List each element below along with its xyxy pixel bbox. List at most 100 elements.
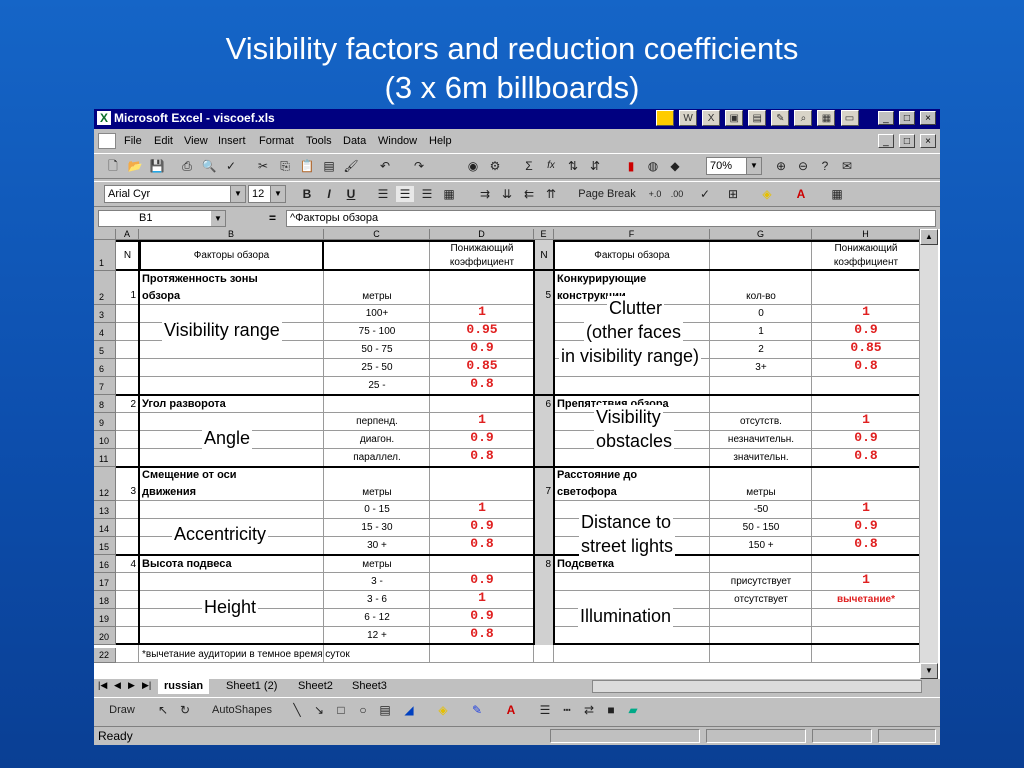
restore-button[interactable]: □ (898, 111, 915, 125)
row-header[interactable]: 3 (94, 305, 116, 323)
office-color-icon[interactable] (656, 110, 674, 126)
row-header[interactable]: 8 (94, 395, 116, 413)
office-assistant-icon[interactable]: ? (816, 158, 834, 174)
window-titlebar[interactable]: X Microsoft Excel - viscoef.xls W X ▣ ▤ … (94, 109, 940, 129)
sort-ascending-icon[interactable]: ⇅ (564, 158, 582, 174)
row-header[interactable]: 18 (94, 591, 116, 609)
column-header-d[interactable]: D (430, 229, 534, 240)
row-header[interactable]: 20 (94, 627, 116, 645)
free-rotate-icon[interactable]: ↻ (176, 702, 194, 718)
excel-icon[interactable]: X (702, 110, 721, 126)
align-center-icon[interactable]: ☰ (396, 186, 414, 202)
zoom-out-icon[interactable]: ⊖ (794, 158, 812, 174)
name-box[interactable]: B1 ▼ (98, 210, 226, 227)
font-size-select[interactable]: 12 ▼ (248, 185, 286, 203)
powerpoint-icon[interactable]: ▣ (725, 110, 744, 126)
format-painter-icon[interactable]: 🖌 (342, 158, 360, 174)
line-style-icon[interactable]: ☰ (536, 702, 554, 718)
draw-fill-color-icon[interactable]: ◈ (434, 702, 452, 718)
scroll-up-icon[interactable]: ▲ (920, 229, 938, 245)
shadow-icon[interactable]: ■ (602, 702, 620, 718)
fill-color-icon[interactable]: ◈ (758, 186, 776, 202)
spreadsheet-grid[interactable]: ▲ ▼ A B C D E F G H 1 2 3 4 5 6 7 8 9 10 11 12 13 14 15 16 17 18 1… (94, 229, 940, 679)
grid-toggle-icon[interactable]: ▦ (828, 186, 846, 202)
map-icon[interactable]: ◍ (644, 158, 662, 174)
row-header[interactable]: 5 (94, 341, 116, 359)
cut-icon[interactable]: ✂ (254, 158, 272, 174)
menu-window[interactable]: Window (378, 135, 417, 147)
sort-descending-icon[interactable]: ⇵ (586, 158, 604, 174)
briefcase-icon[interactable]: ▦ (817, 110, 836, 126)
textbox-icon[interactable]: ▤ (376, 702, 394, 718)
doc-minimize-button[interactable]: _ (877, 134, 894, 148)
next-sheet-icon[interactable]: ▶ (128, 680, 135, 691)
delete-column-icon[interactable]: ⇈ (542, 186, 560, 202)
menu-help[interactable]: Help (429, 135, 452, 147)
first-sheet-icon[interactable]: |◀ (98, 680, 107, 691)
oval-icon[interactable]: ○ (354, 702, 372, 718)
menu-view[interactable]: View (184, 135, 208, 147)
align-right-icon[interactable]: ☰ (418, 186, 436, 202)
zoom-select[interactable]: 70% ▼ (706, 157, 762, 175)
row-header[interactable]: 14 (94, 519, 116, 537)
vertical-scrollbar[interactable]: ▲ ▼ (920, 229, 938, 679)
borders-icon[interactable]: ⊞ (724, 186, 742, 202)
font-select[interactable]: Arial Cyr ▼ (104, 185, 246, 203)
row-header[interactable]: 6 (94, 359, 116, 377)
line-icon[interactable]: ╲ (288, 702, 306, 718)
decrease-decimal-icon[interactable]: .00 (668, 186, 686, 202)
page-break-button[interactable]: Page Break (576, 186, 638, 202)
redo-icon[interactable]: ↷ (410, 158, 428, 174)
row-header[interactable]: 1 (94, 240, 116, 271)
scroll-down-icon[interactable]: ▼ (920, 663, 938, 679)
3d-icon[interactable]: ▰ (624, 702, 642, 718)
row-header[interactable]: 10 (94, 431, 116, 449)
menu-data[interactable]: Data (343, 135, 366, 147)
chart-wizard-icon[interactable]: ▮ (622, 158, 640, 174)
autoshapes-menu-button[interactable]: AutoShapes (204, 702, 280, 718)
spell-format-icon[interactable]: ✓ (696, 186, 714, 202)
insert-row-icon[interactable]: ⇉ (476, 186, 494, 202)
function-icon[interactable]: fx (542, 158, 560, 174)
font-color-icon[interactable]: A (792, 186, 810, 202)
document-icon[interactable] (98, 133, 116, 149)
menu-tools[interactable]: Tools (306, 135, 332, 147)
print-icon[interactable]: ⎙ (178, 158, 196, 174)
column-header-e[interactable]: E (534, 229, 554, 240)
merge-center-icon[interactable]: ▦ (440, 186, 458, 202)
column-header-b[interactable]: B (139, 229, 324, 240)
bold-button[interactable]: B (298, 186, 316, 202)
print-preview-icon[interactable]: 🔍 (200, 158, 218, 174)
row-header[interactable]: 12 (94, 467, 116, 501)
row-header[interactable]: 13 (94, 501, 116, 519)
tools-icon[interactable]: ✎ (771, 110, 790, 126)
doc-close-button[interactable]: × (920, 134, 936, 148)
help-icon[interactable]: ✉ (838, 158, 856, 174)
new-icon[interactable]: 🗋 (104, 158, 122, 174)
draw-font-color-icon[interactable]: A (502, 702, 520, 718)
align-left-icon[interactable]: ☰ (374, 186, 392, 202)
menu-file[interactable]: File (124, 135, 142, 147)
column-header-c[interactable]: C (324, 229, 430, 240)
select-objects-icon[interactable]: ↖ (154, 702, 172, 718)
column-header-h[interactable]: H (812, 229, 920, 240)
italic-button[interactable]: I (320, 186, 338, 202)
hyperlink-icon[interactable]: ⚙ (486, 158, 504, 174)
row-header[interactable]: 9 (94, 413, 116, 431)
wordart-icon[interactable]: ◢ (400, 702, 418, 718)
row-header[interactable]: 7 (94, 377, 116, 395)
column-header-a[interactable]: A (116, 229, 139, 240)
increase-decimal-icon[interactable]: +.0 (646, 186, 664, 202)
draw-menu-button[interactable]: Draw (102, 702, 142, 718)
minimize-button[interactable]: _ (877, 111, 894, 125)
horizontal-scrollbar[interactable] (592, 680, 922, 693)
autosum-icon[interactable]: Σ (520, 158, 538, 174)
paste-special-icon[interactable]: ▤ (320, 158, 338, 174)
select-all-corner[interactable] (94, 229, 116, 240)
menu-edit[interactable]: Edit (154, 135, 173, 147)
line-color-icon[interactable]: ✎ (468, 702, 486, 718)
close-button[interactable]: × (920, 111, 936, 125)
arrow-style-icon[interactable]: ⇄ (580, 702, 598, 718)
access-icon[interactable]: ▤ (748, 110, 767, 126)
find-icon[interactable]: ⌕ (794, 110, 813, 126)
